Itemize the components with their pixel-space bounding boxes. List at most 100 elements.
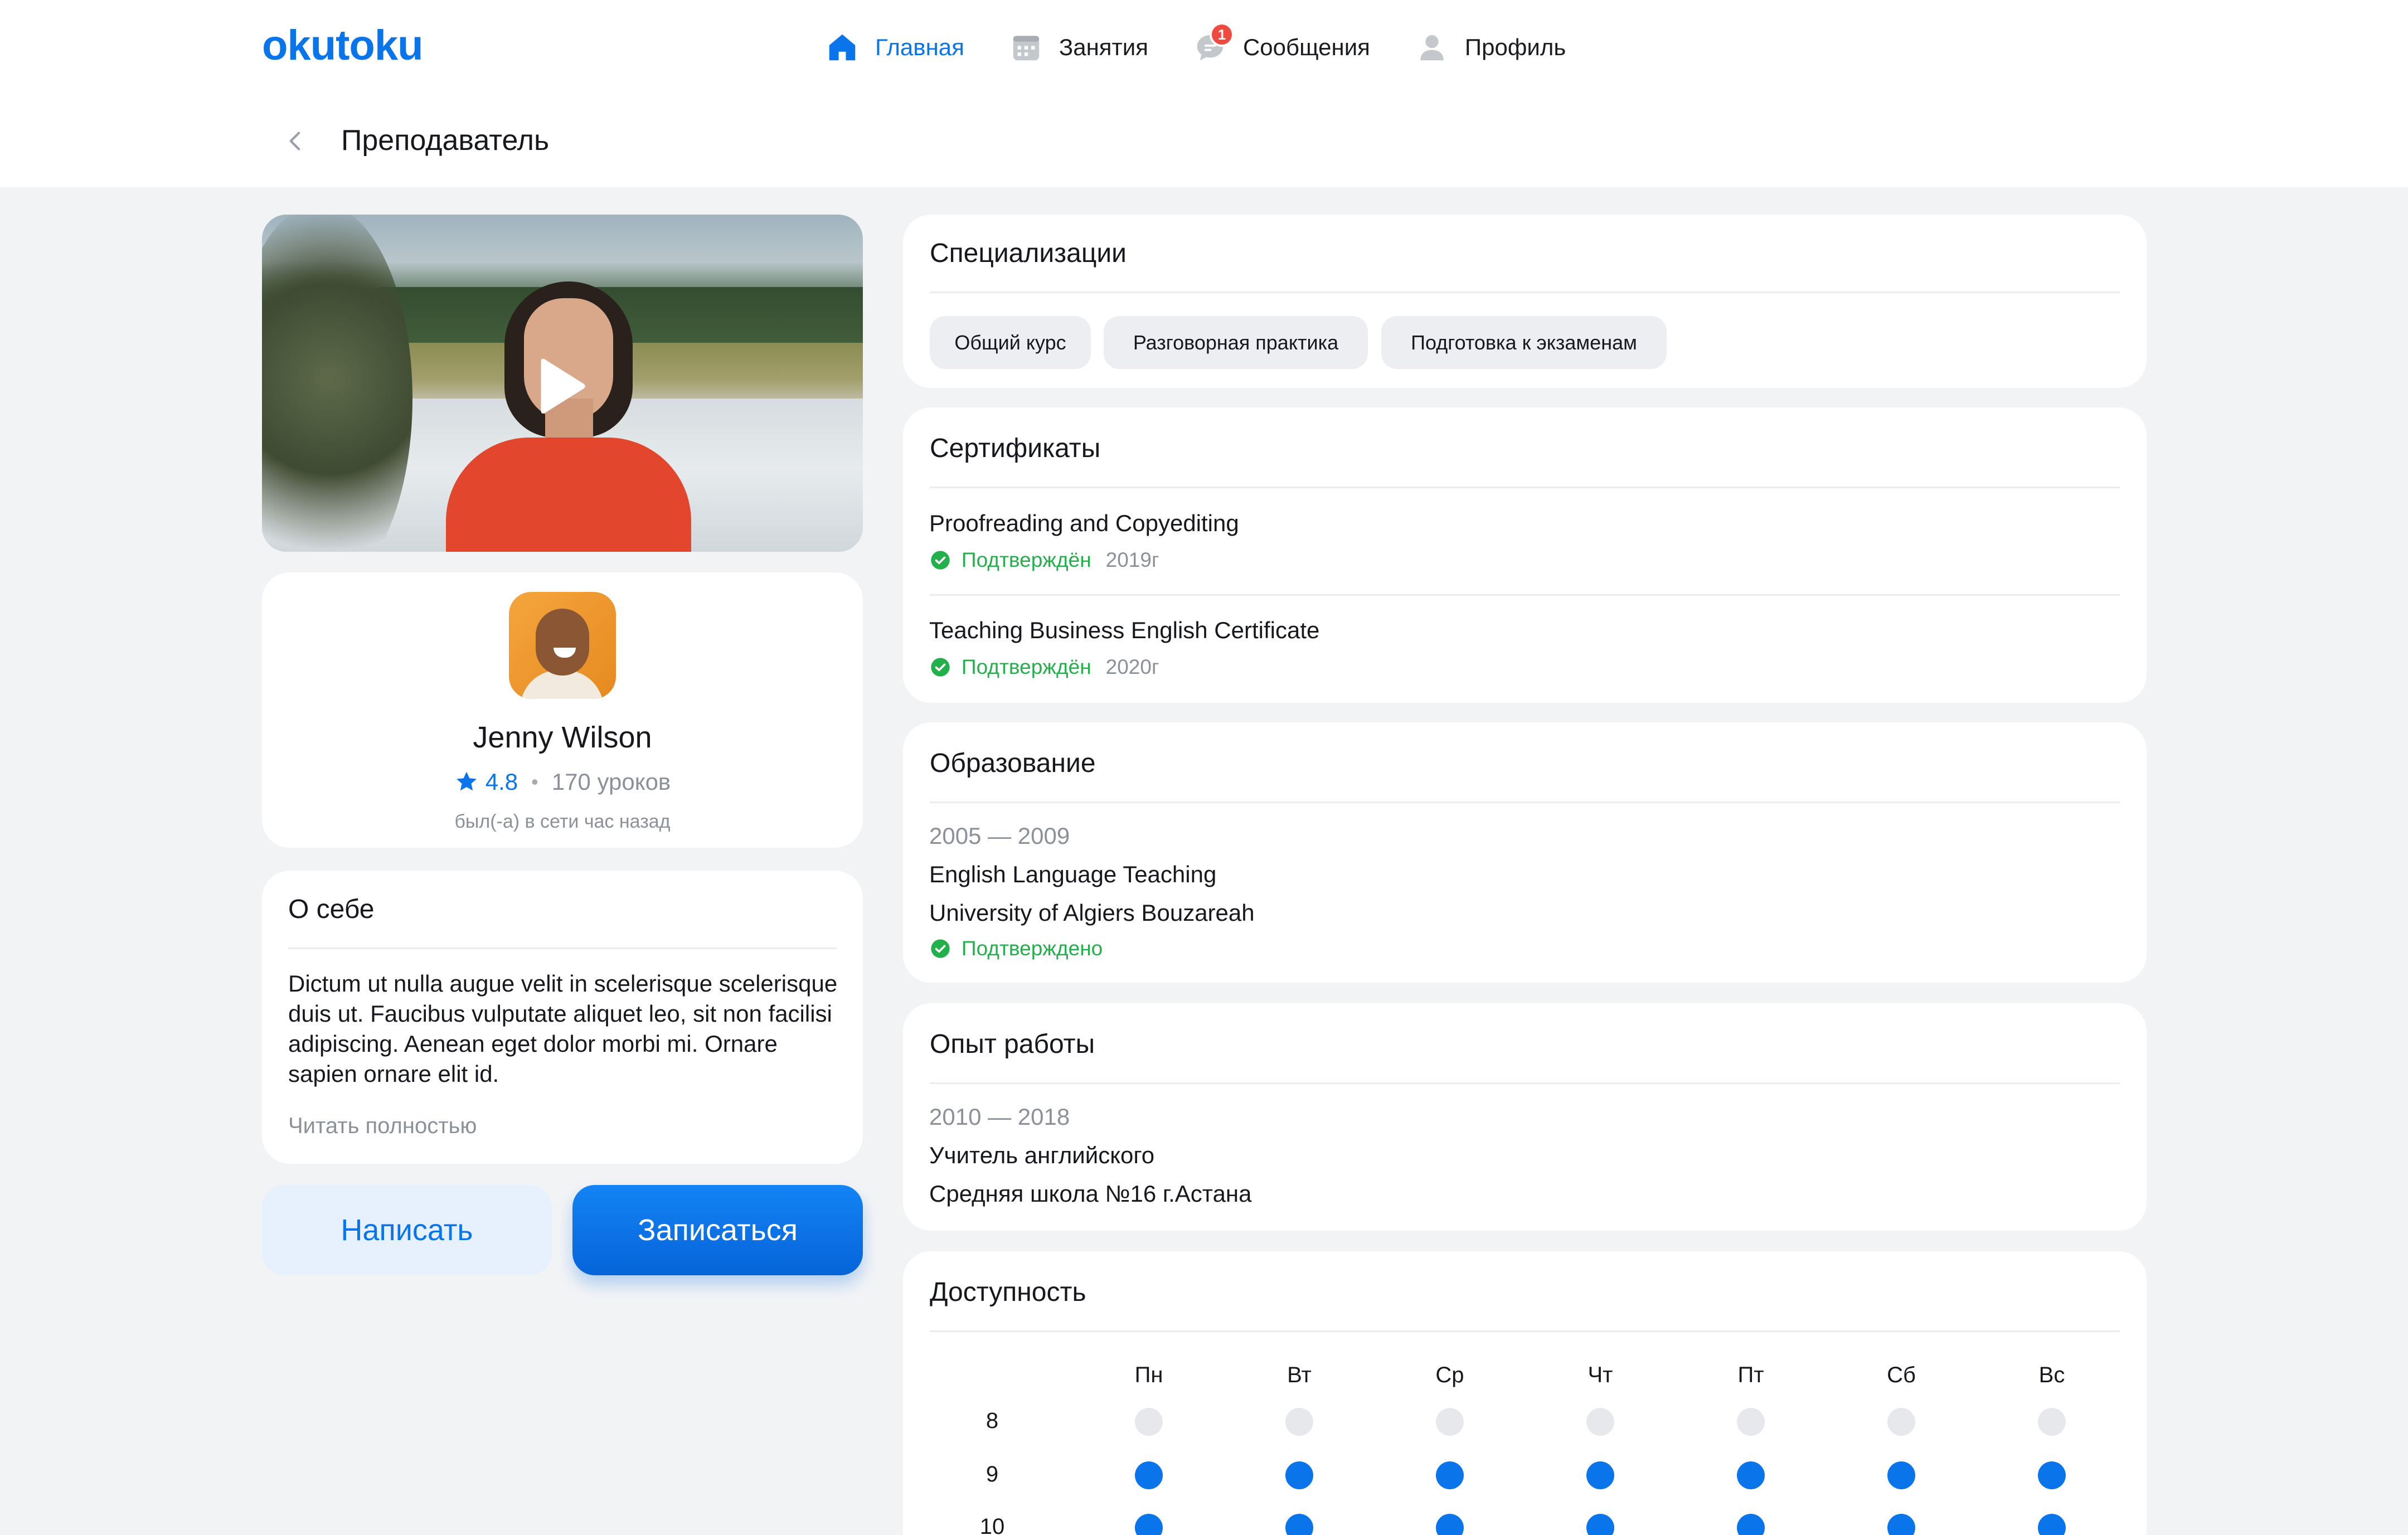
certificate-meta: Подтверждён 2019г [929,548,1159,572]
available-slot[interactable] [2038,1461,2066,1489]
video-background-tree [262,215,412,552]
nav-label-profile: Профиль [1464,34,1566,60]
available-slot[interactable] [1285,1461,1313,1489]
day-label: Ср [1435,1363,1464,1387]
check-circle-icon [931,658,950,677]
tutor-profile-card: Jenny Wilson 4.8 • 170 уроков был(-а) в … [262,572,863,848]
certificate-meta: Подтверждён 2020г [929,655,1159,679]
rating-value: 4.8 [485,769,518,795]
page-title: Преподаватель [341,124,550,157]
check-circle-icon [931,551,950,570]
unavailable-slot [1887,1408,1915,1436]
available-slot[interactable] [1737,1461,1765,1489]
available-slot[interactable] [1285,1514,1313,1535]
work-place: Средняя школа №16 г.Астана [929,1181,1252,1207]
tutor-name: Jenny Wilson [473,721,652,754]
calendar-icon [1013,36,1040,61]
messages-badge: 1 [1209,22,1234,47]
verified-status: Подтверждено [962,937,1103,960]
avatar-head [536,609,589,676]
verified-status: Подтверждён [962,548,1091,571]
available-slot[interactable] [1436,1461,1464,1489]
play-icon[interactable] [523,351,595,424]
specialization-chip: Подготовка к экзаменам [1381,316,1667,369]
availability-title: Доступность [930,1277,1086,1307]
specializations-title: Специализации [930,239,1127,268]
nav-label-home: Главная [875,34,964,60]
online-status: был(-а) в сети час назад [454,811,671,832]
certificates-title: Сертификаты [930,434,1101,463]
unavailable-slot [1737,1408,1765,1436]
education-program: English Language Teaching [929,861,1217,887]
about-title: О себе [288,895,375,924]
available-slot[interactable] [1135,1514,1163,1535]
star-icon [456,771,477,791]
available-slot[interactable] [1887,1461,1915,1489]
about-card: О себе Dictum ut nulla augue velit in sc… [262,871,863,1164]
day-label: Чт [1587,1363,1613,1387]
work-period: 2010 — 2018 [929,1104,1070,1130]
enroll-button[interactable]: Записаться [572,1185,863,1275]
divider [930,487,2120,488]
day-label: Сб [1887,1363,1916,1387]
available-slot[interactable] [1586,1514,1614,1535]
specialization-chip: Разговорная практика [1104,316,1368,369]
page-header: Преподаватель [0,95,2408,187]
nav-label-lessons: Занятия [1059,34,1148,60]
main-nav: Главная Занятия 1 Сообщения Профиль [825,22,1610,72]
write-message-button[interactable]: Написать [262,1185,552,1275]
available-slot[interactable] [1586,1461,1614,1489]
available-slot[interactable] [2038,1514,2066,1535]
day-label: Вс [2038,1363,2065,1387]
education-verified: Подтверждено [929,937,1103,960]
specialization-chip: Общий курс [930,316,1091,369]
certificate-year: 2019г [1105,548,1159,571]
read-more-link[interactable]: Читать полностью [288,1114,477,1139]
nav-item-messages[interactable]: 1 Сообщения [1193,22,1370,65]
divider [930,292,2120,293]
nav-item-lessons[interactable]: Занятия [1009,30,1148,65]
rating-separator: • [531,770,538,793]
certificate-name: Teaching Business English Certificate [929,617,1320,643]
day-label: Вт [1287,1363,1312,1387]
divider [930,1330,2120,1332]
available-slot[interactable] [1887,1514,1915,1535]
availability-card: Доступность Пн Вт Ср Чт Пт Сб Вс 8 9 10 [903,1251,2147,1535]
unavailable-slot [1285,1408,1313,1436]
app-logo[interactable]: okutoku [262,21,424,70]
certificate-name: Proofreading and Copyediting [929,510,1239,536]
unavailable-slot [1586,1408,1614,1436]
day-label: Пт [1737,1363,1764,1387]
hour-label: 8 [985,1408,999,1433]
avatar [509,592,616,699]
user-icon [1420,35,1444,61]
unavailable-slot [1135,1408,1163,1436]
check-circle-icon [931,939,950,958]
hour-label: 10 [979,1514,1005,1535]
divider [288,948,837,949]
certificates-card: Сертификаты Proofreading and Copyediting… [903,407,2147,703]
intro-video[interactable] [262,215,863,552]
top-navigation: okutoku Главная Занятия 1 Сообщения Проф… [0,0,2408,95]
available-slot[interactable] [1737,1514,1765,1535]
unavailable-slot [1436,1408,1464,1436]
nav-label-messages: Сообщения [1242,34,1370,60]
certificate-year: 2020г [1105,655,1159,678]
video-person-shirt [446,438,691,552]
about-text: Dictum ut nulla augue velit in scelerisq… [288,970,838,1087]
verified-status: Подтверждён [962,655,1091,678]
available-slot[interactable] [1135,1461,1163,1489]
nav-item-home[interactable]: Главная [825,30,964,65]
work-position: Учитель английского [929,1142,1155,1168]
nav-item-profile[interactable]: Профиль [1415,30,1566,65]
education-university: University of Algiers Bouzareah [929,900,1255,926]
divider [930,594,2120,596]
education-period: 2005 — 2009 [929,823,1070,849]
day-label: Пн [1134,1363,1163,1387]
unavailable-slot [2038,1408,2066,1436]
available-slot[interactable] [1436,1514,1464,1535]
back-arrow-icon[interactable] [281,127,309,155]
specializations-card: Специализации Общий курс Разговорная пра… [903,215,2147,388]
home-icon [829,34,856,61]
lessons-count: 170 уроков [551,769,671,795]
